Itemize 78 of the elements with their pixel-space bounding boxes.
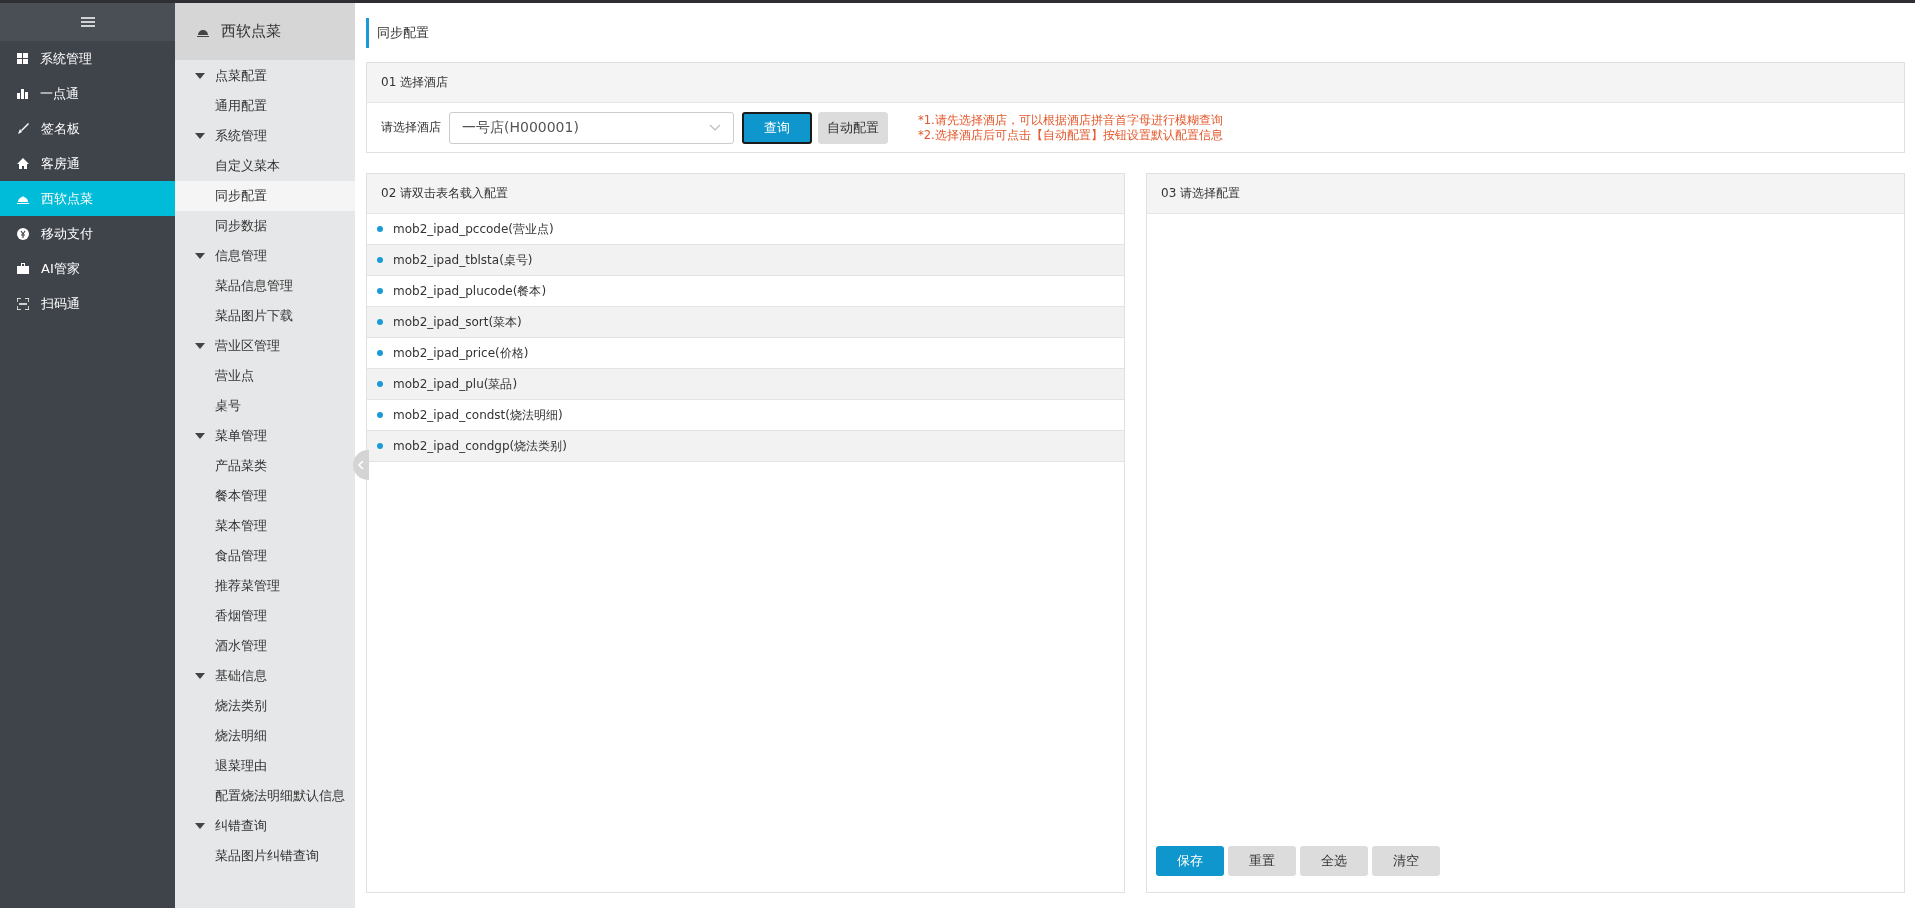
- cloche-icon: [17, 193, 29, 204]
- submenu-title: 西软点菜: [221, 22, 281, 41]
- menu-item[interactable]: 推荐菜管理: [175, 571, 355, 601]
- bullet-icon: [377, 288, 383, 294]
- caret-icon: [195, 133, 205, 139]
- caret-icon: [195, 73, 205, 79]
- nav-item[interactable]: 移动支付: [0, 216, 175, 251]
- menu-group[interactable]: 纠错查询: [175, 811, 355, 841]
- table-name-row[interactable]: mob2_ipad_sort(菜本): [367, 307, 1124, 338]
- hint-text: *1.请先选择酒店，可以根据酒店拼音首字母进行模糊查询: [918, 112, 1223, 128]
- bullet-icon: [377, 412, 383, 418]
- menu-group[interactable]: 基础信息: [175, 661, 355, 691]
- action-button[interactable]: 自动配置: [818, 111, 888, 144]
- home-icon: [17, 158, 29, 169]
- pen-icon: [17, 122, 29, 135]
- table-name-row[interactable]: mob2_ipad_condgp(烧法类别): [367, 431, 1124, 462]
- chevron-down-icon: [709, 124, 721, 131]
- bullet-icon: [377, 319, 383, 325]
- bullet-icon: [377, 381, 383, 387]
- bullet-icon: [377, 226, 383, 232]
- hint-text: *2.选择酒店后可点击【自动配置】按钮设置默认配置信息: [918, 127, 1223, 143]
- briefcase-icon: [17, 263, 29, 274]
- nav-item[interactable]: 系统管理: [0, 41, 175, 76]
- panel-title: 03 请选择配置: [1147, 174, 1904, 214]
- caret-icon: [195, 433, 205, 439]
- menu-group[interactable]: 营业区管理: [175, 331, 355, 361]
- bullet-icon: [377, 257, 383, 263]
- menu-icon[interactable]: [80, 17, 95, 27]
- scan-icon: [17, 297, 29, 310]
- bullet-icon: [377, 350, 383, 356]
- menu-item[interactable]: 菜品图片下载: [175, 301, 355, 331]
- menu-item[interactable]: 菜品信息管理: [175, 271, 355, 301]
- menu-item[interactable]: 产品菜类: [175, 451, 355, 481]
- menu-item[interactable]: 烧法类别: [175, 691, 355, 721]
- table-name-row[interactable]: mob2_ipad_tblsta(桌号): [367, 245, 1124, 276]
- panel-title: 01 选择酒店: [367, 63, 1904, 103]
- action-button[interactable]: 清空: [1372, 846, 1440, 876]
- bullet-icon: [377, 443, 383, 449]
- caret-icon: [195, 673, 205, 679]
- field-label: 请选择酒店: [381, 119, 441, 136]
- menu-item[interactable]: 退菜理由: [175, 751, 355, 781]
- action-button[interactable]: 重置: [1228, 846, 1296, 876]
- menu-item[interactable]: 桌号: [175, 391, 355, 421]
- coin-icon: [17, 227, 29, 240]
- page-title: 同步配置: [366, 17, 429, 48]
- menu-group[interactable]: 点菜配置: [175, 61, 355, 91]
- caret-icon: [195, 823, 205, 829]
- caret-icon: [195, 343, 205, 349]
- caret-icon: [195, 253, 205, 259]
- menu-item[interactable]: 通用配置: [175, 91, 355, 121]
- nav-item[interactable]: 扫码通: [0, 286, 175, 321]
- nav-item[interactable]: 一点通: [0, 76, 175, 111]
- menu-item[interactable]: 营业点: [175, 361, 355, 391]
- menu-group[interactable]: 系统管理: [175, 121, 355, 151]
- menu-group[interactable]: 信息管理: [175, 241, 355, 271]
- menu-item[interactable]: 菜品图片纠错查询: [175, 841, 355, 871]
- menu-item[interactable]: 同步配置: [175, 181, 355, 211]
- hotel-select[interactable]: 一号店(H000001): [449, 111, 734, 144]
- grid-icon: [17, 53, 28, 64]
- panel-title: 02 请双击表名载入配置: [367, 174, 1124, 214]
- collapse-handle[interactable]: [353, 450, 369, 480]
- nav-item[interactable]: 客房通: [0, 146, 175, 181]
- menu-item[interactable]: 餐本管理: [175, 481, 355, 511]
- action-button[interactable]: 全选: [1300, 846, 1368, 876]
- nav-item[interactable]: AI管家: [0, 251, 175, 286]
- menu-group[interactable]: 菜单管理: [175, 421, 355, 451]
- menu-item[interactable]: 自定义菜本: [175, 151, 355, 181]
- bar-chart-icon: [17, 88, 28, 99]
- menu-item[interactable]: 香烟管理: [175, 601, 355, 631]
- nav-item[interactable]: 签名板: [0, 111, 175, 146]
- chevron-left-icon: [358, 460, 364, 470]
- menu-item[interactable]: 配置烧法明细默认信息: [175, 781, 355, 811]
- table-name-row[interactable]: mob2_ipad_plu(菜品): [367, 369, 1124, 400]
- menu-item[interactable]: 菜本管理: [175, 511, 355, 541]
- menu-item[interactable]: 同步数据: [175, 211, 355, 241]
- menu-item[interactable]: 酒水管理: [175, 631, 355, 661]
- menu-item[interactable]: 食品管理: [175, 541, 355, 571]
- menu-item[interactable]: 烧法明细: [175, 721, 355, 751]
